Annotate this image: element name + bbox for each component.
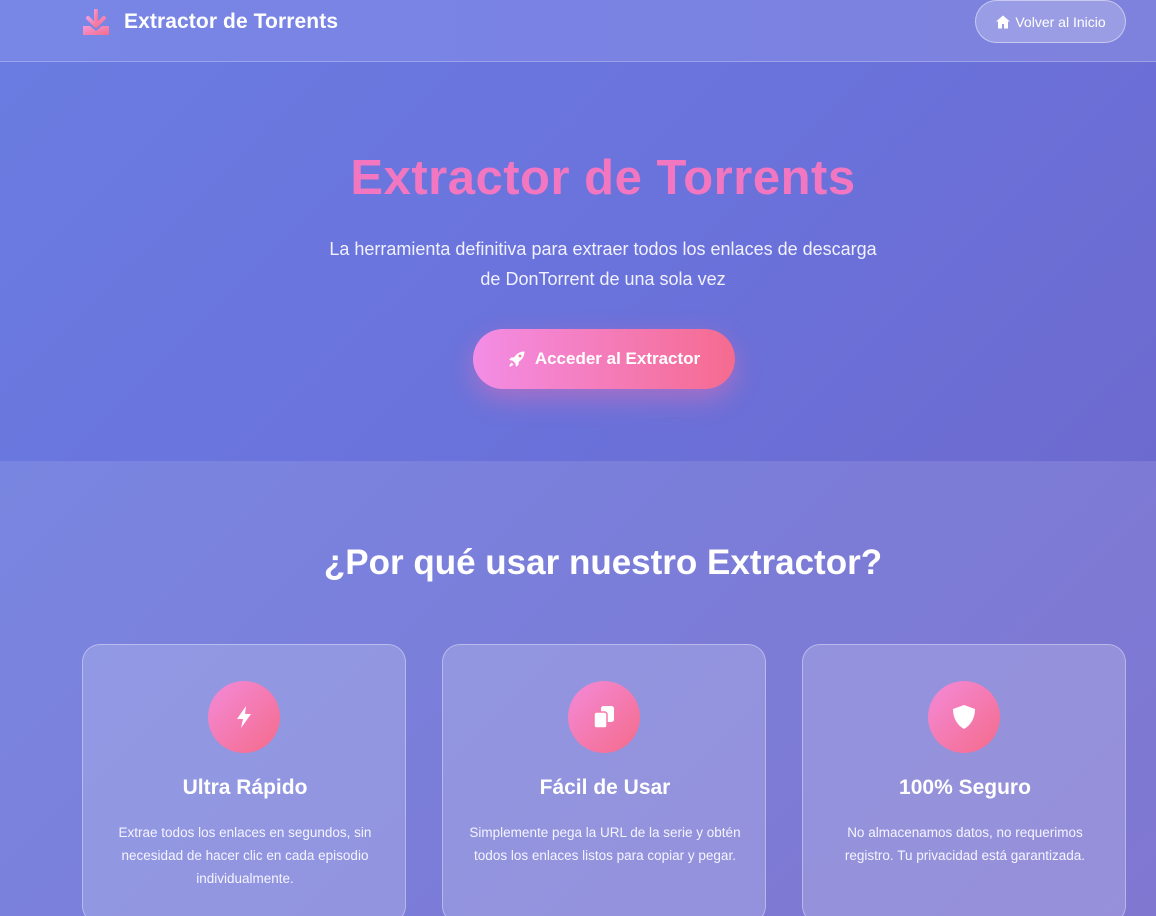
hero-title: Extractor de Torrents: [350, 151, 856, 205]
rocket-icon: [509, 351, 525, 367]
feature-icon-circle: [208, 681, 280, 753]
navbar: Extractor de Torrents Volver al Inicio: [0, 0, 1156, 62]
feature-card-fast: Ultra Rápido Extrae todos los enlaces en…: [82, 644, 406, 916]
feature-description: Simplemente pega la URL de la serie y ob…: [469, 825, 741, 863]
feature-icon-circle: [568, 681, 640, 753]
copy-icon: [593, 706, 614, 729]
feature-description: No almacenamos datos, no requerimos regi…: [844, 825, 1086, 863]
feature-card-secure: 100% Seguro No almacenamos datos, no req…: [802, 644, 1126, 916]
back-home-label: Volver al Inicio: [1015, 13, 1106, 30]
feature-description: Extrae todos los enlaces en segundos, si…: [118, 825, 372, 886]
feature-title: Ultra Rápido: [182, 776, 308, 799]
access-extractor-button[interactable]: Acceder al Extractor: [473, 329, 735, 389]
access-extractor-label: Acceder al Extractor: [534, 349, 701, 368]
brand[interactable]: Extractor de Torrents: [82, 7, 338, 37]
feature-card-easy: Fácil de Usar Simplemente pega la URL de…: [442, 644, 766, 916]
feature-title: 100% Seguro: [899, 776, 1031, 799]
shield-icon: [953, 705, 975, 729]
home-icon: [996, 15, 1011, 28]
download-icon: [83, 9, 109, 35]
lightning-icon: [237, 706, 251, 728]
brand-text: Extractor de Torrents: [124, 10, 339, 33]
feature-icon-circle: [928, 681, 1000, 753]
hero-subtitle: La herramienta definitiva para extraer t…: [329, 239, 877, 289]
features-section: ¿Por qué usar nuestro Extractor? Ultra R…: [0, 461, 1156, 916]
features-title: ¿Por qué usar nuestro Extractor?: [323, 543, 883, 582]
hero-section: Extractor de Torrents La herramienta def…: [0, 62, 1156, 461]
feature-title: Fácil de Usar: [539, 776, 671, 799]
back-home-button[interactable]: Volver al Inicio: [975, 0, 1126, 43]
